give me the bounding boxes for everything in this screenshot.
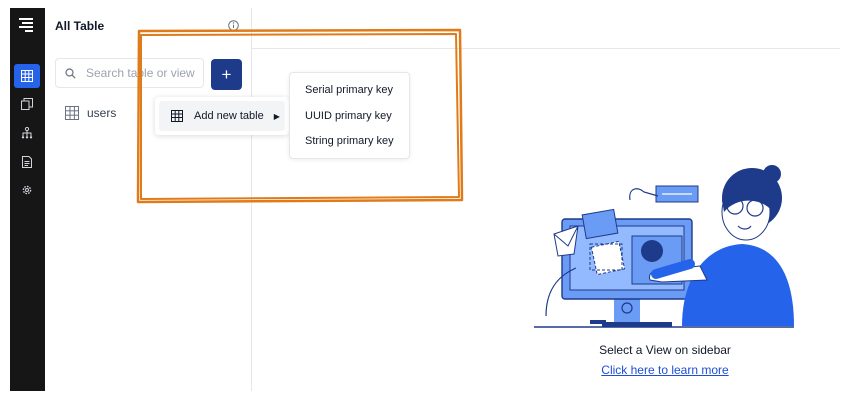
table-name: users (87, 106, 117, 120)
menu-item-label: Add new table (194, 110, 264, 122)
submenu-item-uuid[interactable]: UUID primary key (305, 110, 392, 122)
chevron-right-icon: ▶ (273, 111, 280, 121)
learn-more-link[interactable]: Click here to learn more (570, 363, 760, 377)
empty-state-caption: Select a View on sidebar (599, 343, 731, 357)
copy-icon (21, 98, 33, 110)
sidebar-item-tables[interactable] (14, 64, 40, 88)
search-input[interactable]: Search table or view (55, 58, 204, 88)
add-table-menu: Add new table ▶ (155, 97, 289, 135)
icon-rail (10, 8, 45, 391)
sidebar-item-views[interactable] (14, 92, 40, 116)
sidebar-item-schema[interactable] (14, 121, 40, 145)
menu-item-add-new-table[interactable]: Add new table ▶ (159, 101, 285, 131)
panel-title: All Table (55, 19, 105, 33)
search-icon (65, 67, 76, 79)
add-table-button[interactable]: + (211, 59, 242, 90)
empty-state-illustration (534, 165, 794, 328)
document-icon (22, 156, 32, 168)
primary-key-submenu: Serial primary key UUID primary key Stri… (289, 72, 410, 159)
table-icon (65, 106, 79, 120)
info-icon[interactable] (228, 20, 239, 31)
table-list-panel: All Table Search table or view + users (45, 8, 252, 391)
hierarchy-icon (21, 127, 33, 139)
submenu-item-string[interactable]: String primary key (305, 135, 394, 147)
table-icon (21, 70, 33, 82)
app-window: All Table Search table or view + users A… (10, 8, 840, 391)
sidebar-item-settings[interactable] (14, 178, 40, 202)
gear-icon (22, 185, 32, 195)
submenu-item-serial[interactable]: Serial primary key (305, 84, 393, 96)
logo-icon[interactable] (19, 18, 35, 32)
header-divider (251, 48, 840, 49)
sidebar-item-docs[interactable] (14, 150, 40, 174)
table-list-item[interactable]: users (65, 106, 116, 120)
table-icon (171, 110, 183, 122)
search-placeholder: Search table or view (86, 66, 195, 80)
